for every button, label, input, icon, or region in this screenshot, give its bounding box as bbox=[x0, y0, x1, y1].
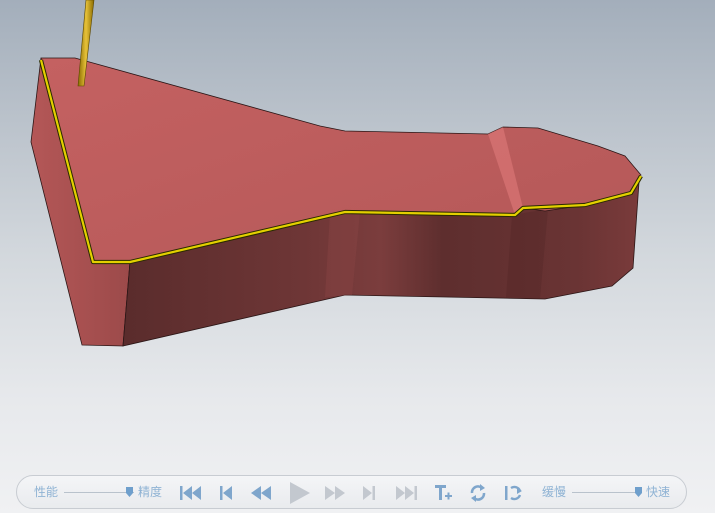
part-model bbox=[30, 0, 643, 347]
add-tool-icon bbox=[435, 485, 452, 500]
loop-button[interactable] bbox=[467, 482, 489, 504]
step-back-button[interactable] bbox=[217, 482, 235, 504]
rewind-icon bbox=[251, 486, 271, 500]
fast-forward-icon bbox=[325, 486, 345, 500]
add-tool-button[interactable] bbox=[432, 482, 454, 504]
step-back-icon bbox=[220, 486, 232, 500]
skip-to-start-button[interactable] bbox=[178, 482, 204, 504]
play-button[interactable] bbox=[286, 480, 312, 506]
play-icon bbox=[290, 482, 310, 504]
reverse-loop-icon bbox=[505, 485, 522, 501]
reverse-loop-button[interactable] bbox=[502, 482, 524, 504]
speed-slider-thumb[interactable] bbox=[635, 487, 642, 497]
fast-forward-button[interactable] bbox=[323, 482, 347, 504]
3d-viewport[interactable] bbox=[0, 0, 715, 470]
performance-label: 性能 bbox=[34, 485, 59, 499]
quality-slider-track[interactable] bbox=[64, 492, 134, 493]
skip-to-end-button[interactable] bbox=[393, 482, 419, 504]
precision-label: 精度 bbox=[138, 485, 163, 499]
rewind-button[interactable] bbox=[249, 482, 273, 504]
quality-slider-thumb[interactable] bbox=[126, 487, 133, 497]
speed-slider-track[interactable] bbox=[572, 492, 642, 493]
fast-label: 快速 bbox=[646, 485, 671, 499]
skip-to-start-icon bbox=[180, 486, 201, 500]
skip-to-end-icon bbox=[396, 486, 417, 500]
slow-label: 缓慢 bbox=[542, 485, 567, 499]
simulation-playback-bar: 性能 精度 缓慢 快速 bbox=[16, 475, 687, 509]
step-forward-icon bbox=[363, 486, 375, 500]
loop-icon bbox=[470, 484, 486, 502]
step-forward-button[interactable] bbox=[360, 482, 378, 504]
